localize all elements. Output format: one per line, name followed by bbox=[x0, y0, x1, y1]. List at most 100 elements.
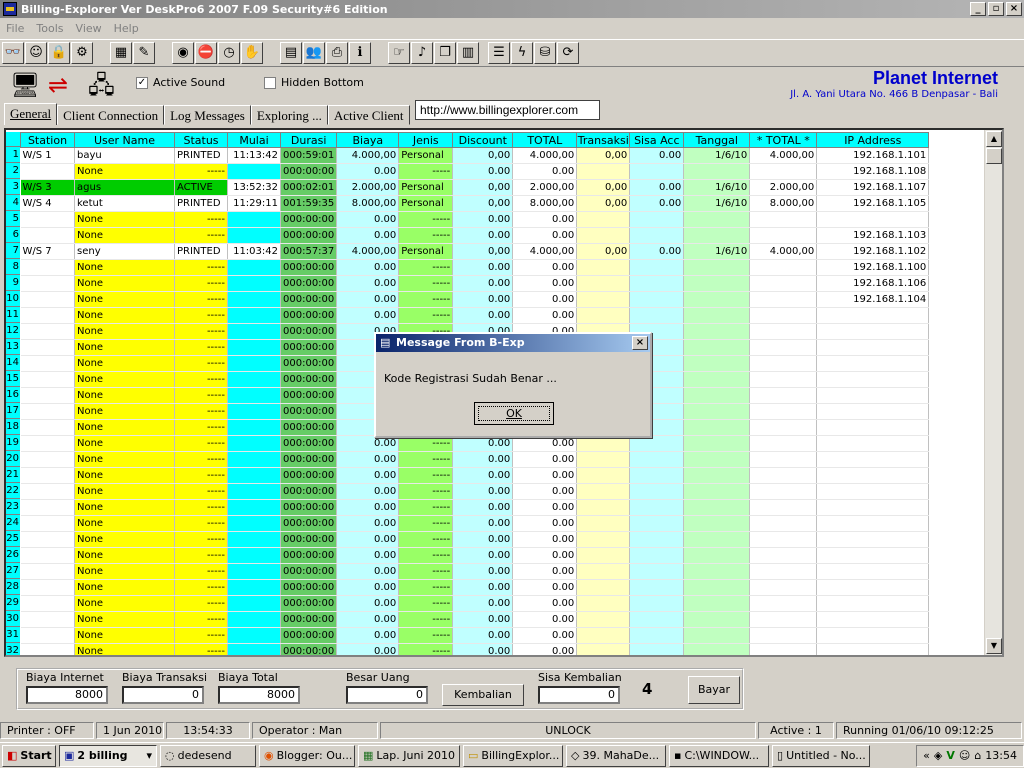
table-cell[interactable] bbox=[227, 355, 281, 372]
table-cell[interactable]: 0.00 bbox=[512, 211, 578, 228]
table-cell[interactable]: 0.00 bbox=[452, 515, 514, 532]
table-cell[interactable] bbox=[683, 515, 751, 532]
table-cell[interactable]: 0.00 bbox=[452, 451, 514, 468]
table-cell[interactable]: ACTIVE bbox=[174, 179, 228, 196]
table-cell[interactable] bbox=[683, 627, 751, 644]
restore-button[interactable]: ▫ bbox=[988, 2, 1004, 16]
table-cell[interactable] bbox=[20, 595, 75, 612]
table-cell[interactable]: 1/6/10 bbox=[683, 243, 751, 260]
table-cell[interactable]: 8.000,00 bbox=[749, 195, 818, 212]
table-cell[interactable]: 000:00:00 bbox=[280, 307, 338, 324]
table-cell[interactable]: 0.00 bbox=[336, 291, 400, 308]
table-cell[interactable]: ----- bbox=[174, 435, 228, 452]
row-number[interactable]: 10 bbox=[6, 291, 20, 307]
printer-icon[interactable]: ⎙ bbox=[326, 42, 348, 64]
bayar-button[interactable]: Bayar bbox=[688, 676, 740, 704]
task-billing[interactable]: ▣ 2 billing ▾ bbox=[59, 744, 157, 767]
table-cell[interactable]: 0.00 bbox=[336, 163, 400, 180]
table-cell[interactable] bbox=[629, 451, 685, 468]
table-cell[interactable] bbox=[227, 291, 281, 308]
table-cell[interactable]: 0,00 bbox=[576, 195, 631, 212]
table-cell[interactable] bbox=[629, 227, 685, 244]
table-cell[interactable]: 000:00:00 bbox=[280, 419, 338, 436]
table-cell[interactable]: ----- bbox=[398, 291, 454, 308]
table-cell[interactable]: W/S 3 bbox=[20, 179, 75, 196]
table-cell[interactable]: 0.00 bbox=[512, 467, 578, 484]
table-cell[interactable]: 0.00 bbox=[629, 195, 685, 212]
table-cell[interactable] bbox=[227, 531, 281, 548]
table-cell[interactable] bbox=[683, 451, 751, 468]
table-cell[interactable] bbox=[20, 483, 75, 500]
table-cell[interactable]: 000:57:37 bbox=[280, 243, 338, 260]
scroll-up-icon[interactable]: ▲ bbox=[986, 131, 1002, 147]
table-cell[interactable]: ----- bbox=[174, 595, 228, 612]
table-cell[interactable] bbox=[749, 275, 818, 292]
table-cell[interactable]: 4.000,00 bbox=[512, 243, 578, 260]
table-cell[interactable] bbox=[749, 611, 818, 628]
table-cell[interactable] bbox=[816, 611, 930, 628]
row-number[interactable]: 30 bbox=[6, 611, 20, 627]
row-number[interactable]: 4 bbox=[6, 195, 20, 211]
table-cell[interactable] bbox=[683, 531, 751, 548]
table-cell[interactable] bbox=[749, 323, 818, 340]
table-cell[interactable] bbox=[629, 627, 685, 644]
table-cell[interactable]: 000:00:00 bbox=[280, 371, 338, 388]
table-cell[interactable] bbox=[816, 339, 930, 356]
row-number[interactable]: 12 bbox=[6, 323, 20, 339]
table-cell[interactable] bbox=[683, 291, 751, 308]
table-cell[interactable] bbox=[683, 355, 751, 372]
users-icon[interactable]: 👥 bbox=[303, 42, 325, 64]
table-cell[interactable]: None bbox=[74, 547, 175, 564]
row-number[interactable]: 3 bbox=[6, 179, 20, 195]
table-cell[interactable]: 0.00 bbox=[512, 643, 578, 655]
table-cell[interactable]: 000:00:00 bbox=[280, 403, 338, 420]
table-cell[interactable] bbox=[629, 483, 685, 500]
row-number[interactable]: 24 bbox=[6, 515, 20, 531]
stop-icon[interactable]: ⛔ bbox=[195, 42, 217, 64]
table-cell[interactable] bbox=[749, 547, 818, 564]
table-cell[interactable] bbox=[816, 595, 930, 612]
tool-icon[interactable]: ✎ bbox=[133, 42, 155, 64]
table-row[interactable]: None-----000:00:000.00-----0.000.00 bbox=[20, 579, 930, 596]
table-cell[interactable] bbox=[227, 371, 281, 388]
table-cell[interactable] bbox=[576, 579, 631, 596]
table-cell[interactable] bbox=[749, 643, 818, 655]
table-cell[interactable] bbox=[576, 499, 631, 516]
table-cell[interactable]: ----- bbox=[174, 627, 228, 644]
task-lap-juni[interactable]: ▦ Lap. Juni 2010 bbox=[358, 744, 460, 767]
table-cell[interactable] bbox=[227, 451, 281, 468]
hand-icon[interactable]: ✋ bbox=[241, 42, 263, 64]
table-cell[interactable]: 000:00:00 bbox=[280, 435, 338, 452]
table-row[interactable]: None ----- 000:00:00 0.00 ----- 0.00 0.00 192.1… bbox=[20, 275, 930, 292]
table-cell[interactable] bbox=[683, 467, 751, 484]
table-cell[interactable]: 192.168.1.105 bbox=[816, 195, 930, 212]
table-cell[interactable] bbox=[20, 403, 75, 420]
table-cell[interactable] bbox=[683, 163, 751, 180]
table-cell[interactable] bbox=[227, 643, 281, 655]
table-cell[interactable] bbox=[816, 435, 930, 452]
table-cell[interactable] bbox=[816, 515, 930, 532]
table-cell[interactable]: ----- bbox=[398, 275, 454, 292]
table-cell[interactable] bbox=[816, 627, 930, 644]
table-cell[interactable] bbox=[20, 499, 75, 516]
table-cell[interactable]: 0,00 bbox=[576, 147, 631, 164]
row-number[interactable]: 28 bbox=[6, 579, 20, 595]
table-cell[interactable] bbox=[749, 307, 818, 324]
menu-tools[interactable]: Tools bbox=[30, 22, 69, 35]
table-cell[interactable]: 0.00 bbox=[452, 611, 514, 628]
besar-uang-field[interactable]: 0 bbox=[346, 686, 428, 704]
table-cell[interactable]: 0.00 bbox=[336, 467, 400, 484]
table-cell[interactable]: 0.00 bbox=[336, 579, 400, 596]
table-cell[interactable] bbox=[749, 227, 818, 244]
table-cell[interactable]: 000:00:00 bbox=[280, 451, 338, 468]
table-cell[interactable]: 0.00 bbox=[512, 595, 578, 612]
table-cell[interactable] bbox=[683, 611, 751, 628]
table-cell[interactable]: None bbox=[74, 259, 175, 276]
table-cell[interactable] bbox=[683, 643, 751, 655]
table-cell[interactable] bbox=[629, 579, 685, 596]
hidden-bottom-checkbox[interactable]: Hidden Bottom bbox=[264, 76, 364, 89]
table-cell[interactable] bbox=[816, 307, 930, 324]
table-cell[interactable] bbox=[576, 595, 631, 612]
table-cell[interactable] bbox=[749, 451, 818, 468]
info-icon[interactable]: ℹ bbox=[349, 42, 371, 64]
